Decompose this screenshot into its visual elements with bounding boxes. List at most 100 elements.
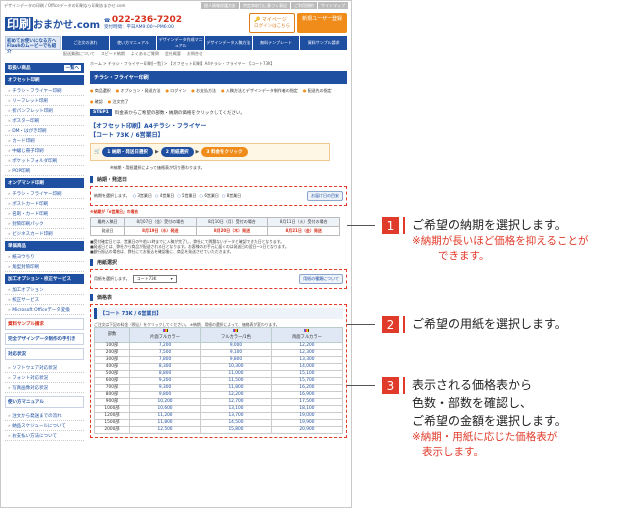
nav-item[interactable]: 資料サンプル請求 — [300, 36, 348, 50]
sidebar-item[interactable]: 中綴じ冊子印刷 — [5, 146, 84, 156]
price-col-header: フルカラー/1色 — [200, 327, 272, 343]
price-cell[interactable]: 10,300 — [200, 363, 272, 371]
sidebar-item[interactable]: 角型封筒印刷 — [5, 262, 84, 272]
price-cell[interactable]: 16,900 — [270, 391, 344, 399]
price-cell[interactable]: 11,500 — [200, 377, 272, 385]
site-logo[interactable]: 印刷 おまかせ.com — [5, 16, 100, 31]
paper-select[interactable]: コート73K ▾ — [132, 275, 177, 283]
sidebar-item[interactable]: フォント対応状況 — [5, 373, 84, 383]
price-cell[interactable]: 8,300 — [128, 363, 202, 371]
sidebar-item[interactable]: POP印刷 — [5, 166, 84, 176]
price-cell[interactable]: 16,200 — [270, 384, 344, 392]
register-button[interactable]: 新規ユーザー登録 — [297, 13, 347, 33]
price-row: 500部 8,800 11,000 15,100 — [94, 370, 344, 378]
top-link[interactable]: 特定商取引に基づく表記 — [240, 2, 290, 9]
price-cell[interactable]: 12,300 — [270, 349, 344, 357]
price-cell[interactable]: 12,500 — [128, 426, 202, 434]
sub-nav-link[interactable]: よくあるご質問 — [131, 51, 159, 57]
sub-nav-link[interactable]: 配送業務について — [63, 51, 95, 57]
sidebar-item[interactable]: お支払い方法について — [5, 431, 84, 441]
sub-nav-link[interactable]: スピード納期 — [101, 51, 125, 57]
price-cell[interactable]: 11,800 — [128, 419, 202, 427]
price-cell[interactable]: 13,300 — [270, 356, 344, 364]
sidebar-item[interactable]: ポケットフォルダ印刷 — [5, 156, 84, 166]
price-cell[interactable]: 17,500 — [270, 398, 344, 406]
delivery-option[interactable]: 3営業日 — [133, 193, 152, 199]
price-row: 400部 8,300 10,300 14,000 — [94, 363, 344, 371]
price-cell[interactable]: 20,900 — [270, 426, 344, 434]
nav-item[interactable]: デザインデータ作成マニュアル — [157, 36, 205, 50]
mypage-button[interactable]: 🔑 マイページ ログインはこちら — [249, 13, 296, 33]
price-cell[interactable]: 19,000 — [270, 412, 344, 420]
price-cell[interactable]: 15,100 — [270, 370, 344, 378]
price-cell[interactable]: 9,000 — [200, 342, 272, 350]
delivery-option[interactable]: 4営業日 — [155, 193, 175, 199]
price-cell[interactable]: 10,600 — [128, 405, 202, 413]
price-cell[interactable]: 8,800 — [128, 370, 202, 378]
sidebar-item[interactable]: 注文から発送までの流れ — [5, 411, 84, 421]
price-cell[interactable]: 9,200 — [128, 377, 202, 385]
sidebar-item[interactable]: カード印刷 — [5, 136, 84, 146]
price-cell[interactable]: 12,200 — [200, 391, 272, 399]
nav-item[interactable]: 無料テンプレート — [252, 36, 300, 50]
price-cell[interactable]: 19,900 — [270, 419, 344, 427]
sidebar-item[interactable]: チラシ・フライヤー印刷 — [5, 189, 84, 199]
top-link[interactable]: ご利用規約 — [291, 2, 317, 9]
price-cell[interactable]: 7,200 — [128, 342, 202, 350]
sub-nav-link[interactable]: お問合せ — [187, 51, 203, 57]
price-cell[interactable]: 12,200 — [270, 342, 344, 350]
price-cell[interactable]: 7,500 — [128, 349, 202, 357]
delivery-option[interactable]: 8営業日 — [222, 193, 242, 199]
sample-request-banner[interactable]: 資料サンプル請求 — [5, 318, 84, 330]
callout-line — [347, 225, 375, 226]
price-cell[interactable]: 7,800 — [128, 356, 202, 364]
sidebar-item[interactable]: 加工オプション — [5, 285, 84, 295]
price-cell[interactable]: 14,000 — [270, 363, 344, 371]
sidebar-item[interactable]: ソフトウェア対応状況 — [5, 363, 84, 373]
price-cell[interactable]: 9,800 — [200, 356, 272, 364]
price-cell[interactable]: 12,700 — [200, 398, 272, 406]
price-col-header: 両面フルカラー — [270, 327, 344, 343]
sidebar-item[interactable]: 折パンフレット印刷 — [5, 106, 84, 116]
sidebar-item[interactable]: ポストカード印刷 — [5, 199, 84, 209]
sidebar-item[interactable]: 封筒印刷パック — [5, 219, 84, 229]
logo-text: おまかせ.com — [33, 19, 101, 31]
design-guide-banner[interactable]: 完全デザインデータ制作の手引き — [5, 333, 84, 345]
price-cell[interactable]: 10,200 — [128, 398, 202, 406]
sidebar-item[interactable]: Microsoft Officeデータ変換 — [5, 305, 84, 315]
sidebar-item[interactable]: 写真画像対応状況 — [5, 383, 84, 393]
paper-types-button[interactable]: 用紙の種類について — [299, 274, 343, 284]
sidebar-item[interactable]: リーフレット印刷 — [5, 96, 84, 106]
price-cell[interactable]: 9,300 — [128, 384, 202, 392]
sidebar-item[interactable]: 紙ヨウちり — [5, 252, 84, 262]
beginner-banner[interactable]: 初めてお使いになる方へ Flashのムービーでも紹介 — [5, 36, 61, 55]
sidebar-item[interactable]: チラシ・フライヤー印刷 — [5, 86, 84, 96]
nav-item[interactable]: デザインデータ入稿方法 — [205, 36, 252, 50]
delivery-option[interactable]: 6営業日 — [200, 193, 219, 199]
sidebar-item[interactable]: 校正サービス — [5, 295, 84, 305]
price-cell[interactable]: 9,800 — [128, 391, 202, 399]
price-cell[interactable]: 9,100 — [200, 349, 272, 357]
sidebar-item[interactable]: ポスター印刷 — [5, 116, 84, 126]
price-cell[interactable]: 11,000 — [200, 370, 272, 378]
delivery-date-button[interactable]: お届け日の目安 — [307, 191, 343, 201]
delivery-option[interactable]: 5営業日 — [177, 193, 197, 199]
price-cell[interactable]: 13,100 — [200, 405, 272, 413]
sidebar-item[interactable]: 納品スケジュールについて — [5, 421, 84, 431]
price-cell[interactable]: 11,200 — [128, 412, 202, 420]
sidebar-item[interactable]: 名刺・カード印刷 — [5, 209, 84, 219]
nav-item[interactable]: ご注文の流れ — [62, 36, 109, 50]
sidebar-item[interactable]: ビジネスカード印刷 — [5, 229, 84, 239]
sub-nav-link[interactable]: 会社概要 — [165, 51, 181, 57]
top-link[interactable]: サイトマップ — [318, 2, 348, 9]
price-cell[interactable]: 15,800 — [200, 426, 272, 434]
sidebar-list-button[interactable]: 一覧へ — [63, 65, 81, 71]
nav-item[interactable]: 使い方マニュアル — [109, 36, 157, 50]
price-cell[interactable]: 14,500 — [200, 419, 272, 427]
price-cell[interactable]: 11,800 — [200, 384, 272, 392]
sidebar-item[interactable]: DM・はがき印刷 — [5, 126, 84, 136]
price-cell[interactable]: 15,700 — [270, 377, 344, 385]
price-cell[interactable]: 13,700 — [200, 412, 272, 420]
top-link[interactable]: 個人情報保護方針 — [201, 2, 239, 9]
price-cell[interactable]: 18,100 — [270, 405, 344, 413]
